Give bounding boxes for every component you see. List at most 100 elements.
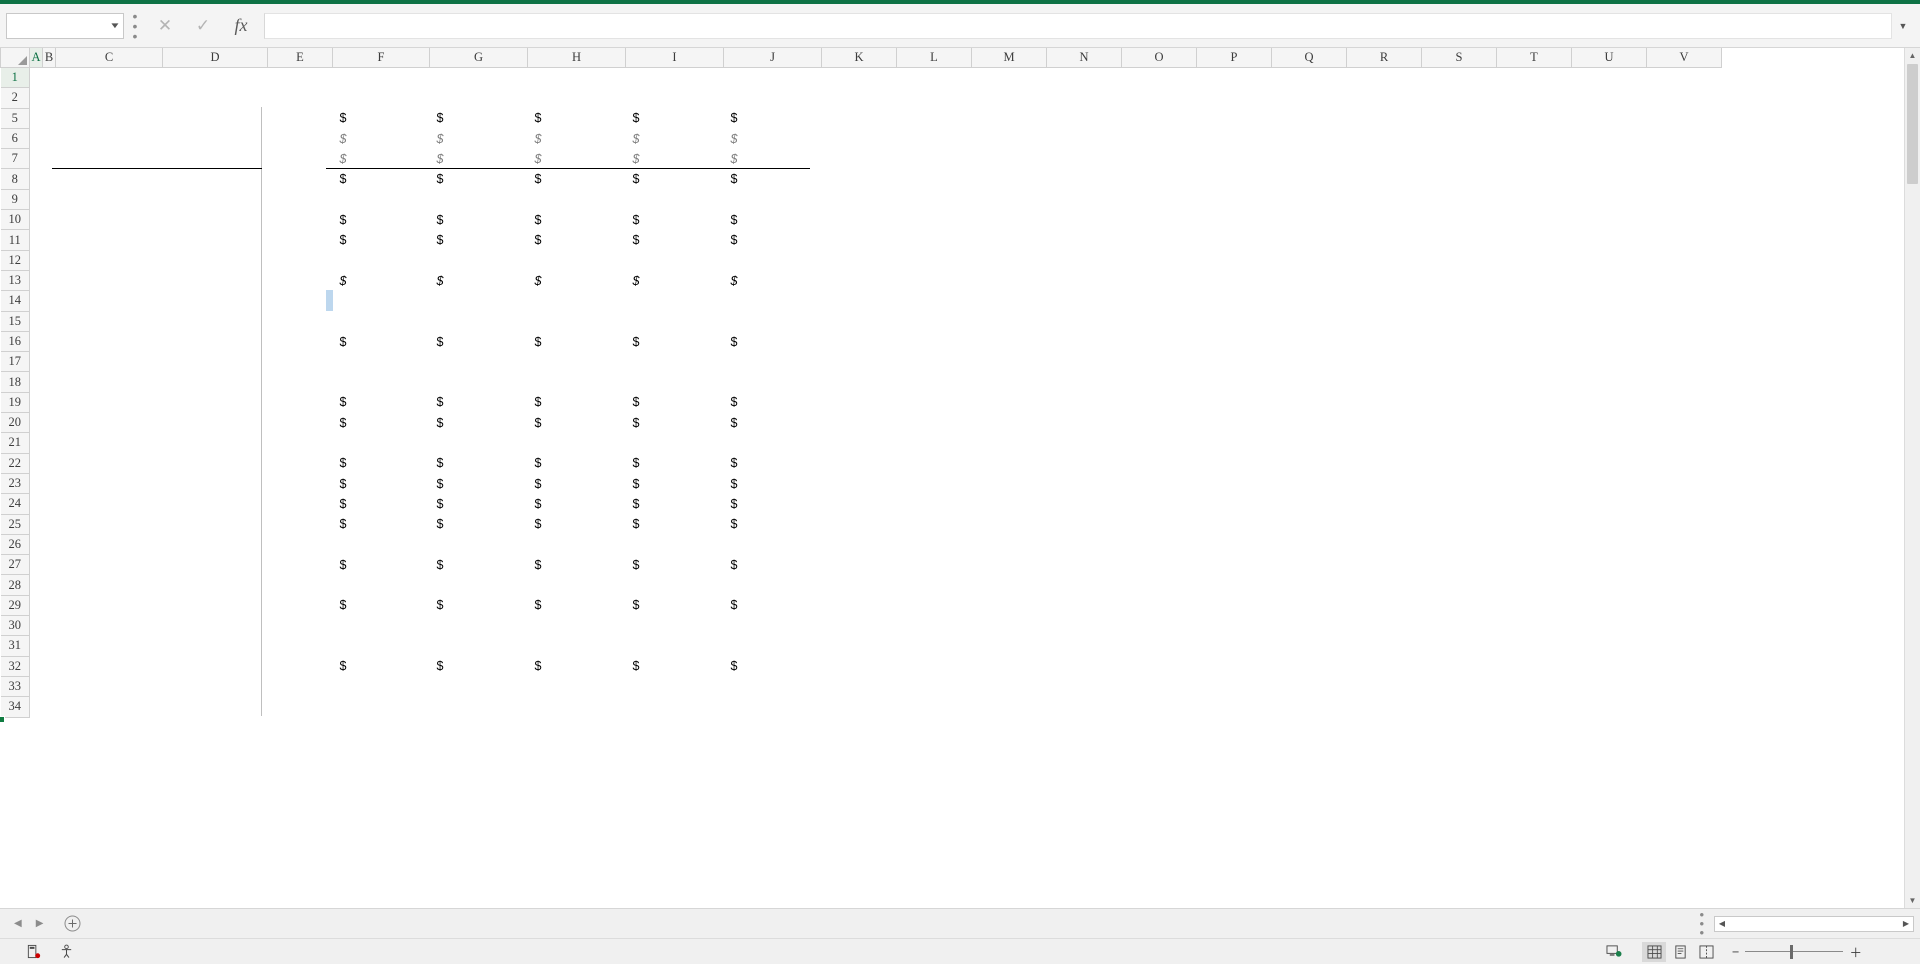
cell-q20[interactable] <box>1271 412 1347 433</box>
cell-m13[interactable] <box>971 270 1047 291</box>
cell-b15[interactable] <box>42 311 56 332</box>
cell-f24[interactable]: $ <box>333 497 430 511</box>
cell-cd34[interactable] <box>55 696 268 717</box>
cell-r2[interactable] <box>1346 87 1422 109</box>
cell-v27[interactable] <box>1646 554 1722 575</box>
cell-g19[interactable]: $ <box>430 395 528 409</box>
cell-r9[interactable] <box>1346 189 1422 210</box>
cell-j10[interactable]: $ <box>724 213 822 227</box>
cell-n20[interactable] <box>1046 412 1122 433</box>
cell-i27[interactable]: $ <box>626 558 724 572</box>
cell-cd30[interactable] <box>55 615 268 636</box>
cell-b27[interactable] <box>42 554 56 575</box>
cell-i8[interactable]: $ <box>626 172 724 186</box>
cell-s31[interactable] <box>1421 635 1497 657</box>
cell-c2[interactable] <box>55 87 163 109</box>
cell-s1[interactable] <box>1421 67 1497 88</box>
cell-b20[interactable] <box>42 412 56 433</box>
column-header-l[interactable]: L <box>896 48 972 68</box>
cell-p14[interactable] <box>1196 290 1272 312</box>
cell-s18[interactable] <box>1421 371 1497 393</box>
cell-s2[interactable] <box>1421 87 1497 109</box>
cell-f1[interactable] <box>332 67 430 88</box>
cell-g25[interactable]: $ <box>430 517 528 531</box>
cell-f28[interactable] <box>332 574 430 596</box>
cell-o10[interactable] <box>1121 209 1197 230</box>
cell-a16[interactable] <box>29 331 43 352</box>
cell-k33[interactable] <box>821 676 897 697</box>
cell-n32[interactable] <box>1046 656 1122 677</box>
cell-h15[interactable] <box>527 311 626 332</box>
cell-r19[interactable] <box>1346 392 1422 413</box>
cell-j6[interactable]: $ <box>724 132 822 146</box>
cell-n31[interactable] <box>1046 635 1122 657</box>
cell-s29[interactable] <box>1421 595 1497 616</box>
cell-g6[interactable]: $ <box>430 132 528 146</box>
cell-t28[interactable] <box>1496 574 1572 596</box>
cell-s13[interactable] <box>1421 270 1497 291</box>
cell-u8[interactable] <box>1571 168 1647 190</box>
cell-p15[interactable] <box>1196 311 1272 332</box>
cell-m29[interactable] <box>971 595 1047 616</box>
cell-m19[interactable] <box>971 392 1047 413</box>
cell-o30[interactable] <box>1121 615 1197 636</box>
cell-l27[interactable] <box>896 554 972 575</box>
cell-g18[interactable] <box>429 371 528 393</box>
cell-o22[interactable] <box>1121 453 1197 474</box>
cell-h19[interactable]: $ <box>528 395 626 409</box>
cell-l25[interactable] <box>896 514 972 535</box>
cell-m14[interactable] <box>971 290 1047 312</box>
column-header-g[interactable]: G <box>429 48 528 68</box>
cell-i7[interactable]: $ <box>626 152 724 166</box>
cell-b29[interactable] <box>42 595 56 616</box>
cell-o6[interactable] <box>1121 128 1197 149</box>
cell-p30[interactable] <box>1196 615 1272 636</box>
cell-b7[interactable] <box>42 148 56 169</box>
cell-a26[interactable] <box>29 534 43 555</box>
cell-k13[interactable] <box>821 270 897 291</box>
cell-e12[interactable] <box>267 250 333 271</box>
cell-r23[interactable] <box>1346 473 1422 494</box>
cell-v31[interactable] <box>1646 635 1722 657</box>
cell-l6[interactable] <box>896 128 972 149</box>
cell-o34[interactable] <box>1121 696 1197 717</box>
row-header-6[interactable]: 6 <box>0 127 30 150</box>
cell-p34[interactable] <box>1196 696 1272 717</box>
cell-n30[interactable] <box>1046 615 1122 636</box>
cell-m25[interactable] <box>971 514 1047 535</box>
cell-s27[interactable] <box>1421 554 1497 575</box>
title-banner-cell[interactable] <box>42 67 268 88</box>
cell-v9[interactable] <box>1646 189 1722 210</box>
cell-l22[interactable] <box>896 453 972 474</box>
cell-v18[interactable] <box>1646 371 1722 393</box>
cell-g8[interactable]: $ <box>430 172 528 186</box>
cell-l9[interactable] <box>896 189 972 210</box>
cell-m2[interactable] <box>971 87 1047 109</box>
cell-f16[interactable]: $ <box>333 335 430 349</box>
cell-v10[interactable] <box>1646 209 1722 230</box>
cell-h29[interactable]: $ <box>528 598 626 612</box>
cell-a10[interactable] <box>29 209 43 230</box>
cell-v20[interactable] <box>1646 412 1722 433</box>
cell-p1[interactable] <box>1196 67 1272 88</box>
cell-a17[interactable] <box>29 351 43 372</box>
cell-p2[interactable] <box>1196 87 1272 109</box>
cell-g10[interactable]: $ <box>430 213 528 227</box>
cell-e1[interactable] <box>267 67 333 88</box>
cell-k12[interactable] <box>821 250 897 271</box>
cell-m9[interactable] <box>971 189 1047 210</box>
cell-p25[interactable] <box>1196 514 1272 535</box>
cell-k22[interactable] <box>821 453 897 474</box>
cell-j5[interactable]: $ <box>724 111 822 125</box>
cell-r28[interactable] <box>1346 574 1422 596</box>
cell-t7[interactable] <box>1496 148 1572 169</box>
cell-o15[interactable] <box>1121 311 1197 332</box>
cell-n10[interactable] <box>1046 209 1122 230</box>
cell-b18[interactable] <box>42 371 56 393</box>
cell-o7[interactable] <box>1121 148 1197 169</box>
cell-i18[interactable] <box>625 371 724 393</box>
cell-q25[interactable] <box>1271 514 1347 535</box>
cell-s19[interactable] <box>1421 392 1497 413</box>
cell-a5[interactable] <box>29 108 43 129</box>
cell-g29[interactable]: $ <box>430 598 528 612</box>
